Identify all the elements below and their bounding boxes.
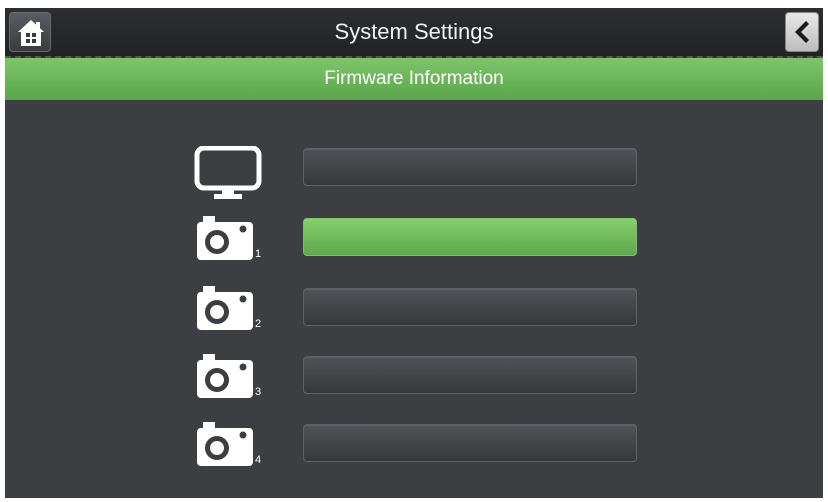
camera-icon xyxy=(197,216,253,260)
home-button[interactable] xyxy=(9,12,51,52)
camera-index: 3 xyxy=(255,386,262,398)
page-title: System Settings xyxy=(334,19,494,44)
firmware-row-camera-4: 4 xyxy=(5,422,823,472)
firmware-row-camera-3: 3 xyxy=(5,354,823,404)
back-button[interactable] xyxy=(785,12,819,52)
home-icon xyxy=(18,20,44,46)
firmware-field-camera-4[interactable] xyxy=(303,424,637,462)
camera-index: 2 xyxy=(255,318,262,330)
monitor-icon xyxy=(194,146,262,199)
chevron-left-icon xyxy=(795,21,809,43)
screen: System Settings Firmware Information 1 2… xyxy=(5,8,823,498)
firmware-field-camera-3[interactable] xyxy=(303,356,637,394)
firmware-row-monitor xyxy=(5,146,823,199)
firmware-row-camera-2: 2 xyxy=(5,286,823,336)
title-bar: System Settings xyxy=(5,8,823,58)
section-header: Firmware Information xyxy=(5,58,823,100)
camera-index: 1 xyxy=(255,248,262,260)
firmware-field-camera-1[interactable] xyxy=(303,218,637,256)
camera-icon xyxy=(197,286,253,330)
firmware-field-monitor[interactable] xyxy=(303,148,637,186)
camera-icon xyxy=(197,354,253,398)
firmware-field-camera-2[interactable] xyxy=(303,288,637,326)
section-title: Firmware Information xyxy=(324,68,504,89)
firmware-row-camera-1: 1 xyxy=(5,216,823,266)
camera-icon xyxy=(197,422,253,466)
camera-index: 4 xyxy=(255,454,262,466)
